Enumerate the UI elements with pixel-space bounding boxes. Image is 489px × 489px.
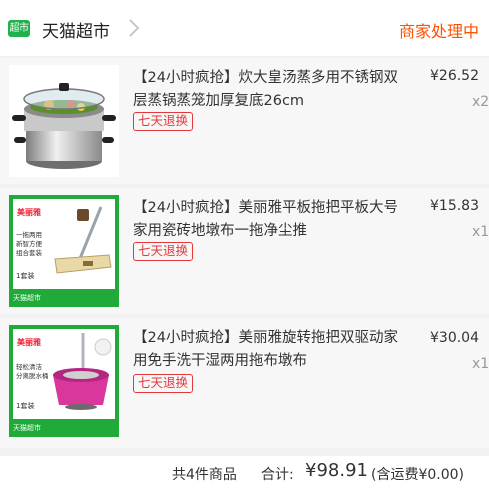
chevron-right-icon[interactable] [124,16,144,40]
item-count: 共4件商品 [172,467,237,483]
order-item[interactable]: 【24小时疯抢】炊大皇汤蒸多用不锈钢双层蒸锅蒸笼加厚复底26cm 七天退换 ¥2… [0,58,489,184]
flat-mop-image [54,206,112,274]
image-feature-text: 轻松清洁 分离脱水桶 [16,363,49,380]
order-item[interactable]: 美丽雅 一拖两用 新智方便 组合套装 1套装 天猫超市 【24小时疯抢】美丽雅平… [0,188,489,314]
image-badge-text: 1套装 [16,272,35,280]
return-policy-tag: 七天退换 [133,242,194,261]
store-header[interactable]: 超市 天猫超市 商家处理中 [0,0,489,56]
product-title[interactable]: 【24小时疯抢】炊大皇汤蒸多用不锈钢双层蒸锅蒸笼加厚复底26cm [133,67,401,113]
product-title[interactable]: 【24小时疯抢】美丽雅旋转拖把双驱动家用免手洗干湿两用拖布墩布 [133,327,401,373]
product-quantity: x1 [472,224,489,240]
product-quantity: x1 [472,356,489,372]
product-image-spin-mop[interactable]: 美丽雅 轻松清洁 分离脱水桶 1套装 天猫超市 [9,325,119,437]
image-footer-text: 天猫超市 [9,419,119,437]
image-brand-text: 美丽雅 [17,208,41,217]
order-item[interactable]: 美丽雅 轻松清洁 分离脱水桶 1套装 天猫超市 【24小时疯抢】美丽雅旋转拖把双… [0,318,489,448]
product-title[interactable]: 【24小时疯抢】美丽雅平板拖把平板大号家用瓷砖地墩布一拖净尘推 [133,197,401,243]
order-status: 商家处理中 [398,22,479,41]
total-label: 合计: [261,467,294,483]
order-summary: 共4件商品 合计: ¥98.91 (含运费¥0.00) [0,456,489,489]
product-image-flat-mop[interactable]: 美丽雅 一拖两用 新智方便 组合套装 1套装 天猫超市 [9,195,119,307]
image-brand-text: 美丽雅 [17,338,41,347]
product-price: ¥30.04 [430,330,479,346]
product-image-steamer[interactable] [9,65,119,177]
product-quantity: x2 [472,94,489,110]
product-price: ¥15.83 [430,198,479,214]
tmall-supermarket-icon: 超市 [8,20,30,37]
order-detail-page: 超市 天猫超市 商家处理中 【24小时疯抢】炊大皇汤蒸多用不锈钢双层蒸锅蒸笼加厚… [0,0,489,489]
order-total: ¥98.91 [305,460,368,481]
image-feature-text: 一拖两用 新智方便 组合套装 [16,231,42,257]
image-footer-text: 天猫超市 [9,289,119,307]
product-price: ¥26.52 [430,68,479,84]
store-name[interactable]: 天猫超市 [42,17,110,42]
steamer-pot-image [9,65,119,177]
image-badge-text: 1套装 [16,402,35,410]
return-policy-tag: 七天退换 [133,112,194,131]
spin-mop-bucket-image [53,333,112,410]
return-policy-tag: 七天退换 [133,374,194,393]
shipping-fee: (含运费¥0.00) [371,467,465,483]
